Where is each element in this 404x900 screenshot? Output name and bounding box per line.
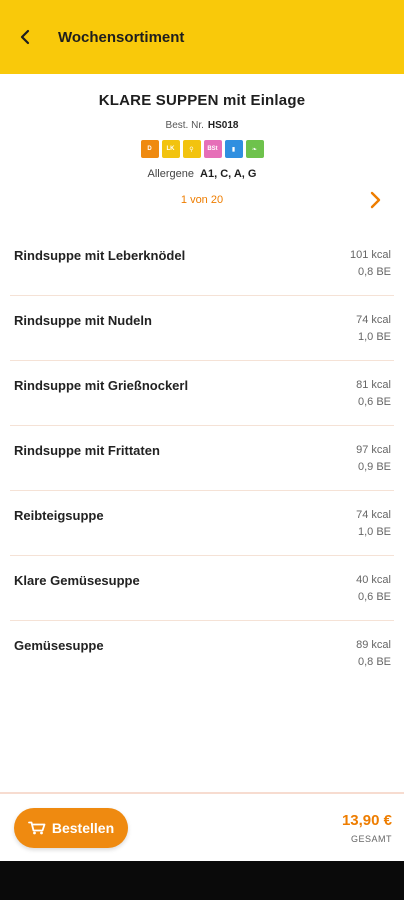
item-kcal: 81 kcal <box>356 379 391 391</box>
list-item[interactable]: Reibteigsuppe 74 kcal 1,0 BE <box>10 491 394 556</box>
item-kcal: 89 kcal <box>356 639 391 651</box>
list-item[interactable]: Rindsuppe mit Leberknödel 101 kcal 0,8 BE <box>10 231 394 296</box>
chevron-right-icon <box>370 191 381 209</box>
allergens-value: A1, C, A, G <box>200 168 257 180</box>
product-name: KLARE SUPPEN mit Einlage <box>98 92 306 109</box>
item-name: Rindsuppe mit Nudeln <box>14 313 152 328</box>
total-price: 13,90 € <box>341 812 392 829</box>
order-footer: Bestellen 13,90 € GESAMT <box>0 792 404 862</box>
order-number-label: Best. Nr. <box>165 120 204 131</box>
item-name: Rindsuppe mit Frittaten <box>14 443 160 458</box>
item-be: 0,9 BE <box>357 461 391 473</box>
list-item[interactable]: Rindsuppe mit Grießnockerl 81 kcal 0,6 BE <box>10 361 394 426</box>
system-navigation-bar <box>0 861 404 900</box>
pager-indicator: 1 von 20 <box>180 194 224 206</box>
item-kcal: 74 kcal <box>356 509 391 521</box>
order-number-value: HS018 <box>207 120 239 131</box>
page-title: Wochensortiment <box>58 28 185 46</box>
item-kcal: 74 kcal <box>356 314 391 326</box>
diet-badges: D LK ⚲ BSt ▮ ❧ <box>0 140 404 158</box>
order-number: Best. Nr. HS018 <box>0 120 404 131</box>
back-button[interactable] <box>14 26 36 48</box>
cart-icon <box>27 821 46 835</box>
order-button-label: Bestellen <box>51 820 115 836</box>
product-info: KLARE SUPPEN mit Einlage Best. Nr. HS018 … <box>0 74 404 224</box>
total-label: GESAMT <box>350 834 392 844</box>
order-button[interactable]: Bestellen <box>14 808 128 848</box>
diet-badge: LK <box>161 140 180 158</box>
list-item[interactable]: Klare Gemüsesuppe 40 kcal 0,6 BE <box>10 556 394 621</box>
item-be: 0,8 BE <box>357 266 391 278</box>
app-header: Wochensortiment <box>0 0 404 74</box>
item-be: 0,8 BE <box>357 656 391 668</box>
item-kcal: 97 kcal <box>356 444 391 456</box>
allergens: Allergene A1, C, A, G <box>0 168 404 180</box>
list-item[interactable]: Rindsuppe mit Frittaten 97 kcal 0,9 BE <box>10 426 394 491</box>
diet-badge: ❧ <box>245 140 264 158</box>
item-kcal: 40 kcal <box>356 574 391 586</box>
soup-list: Rindsuppe mit Leberknödel 101 kcal 0,8 BE R… <box>0 231 404 685</box>
item-name: Klare Gemüsesuppe <box>14 573 140 588</box>
item-be: 0,6 BE <box>357 591 391 603</box>
diet-badge: ▮ <box>224 140 243 158</box>
diet-badge: BSt <box>203 140 222 158</box>
item-name: Rindsuppe mit Leberknödel <box>14 248 186 263</box>
back-arrow-icon <box>20 29 30 45</box>
list-item[interactable]: Gemüsesuppe 89 kcal 0,8 BE <box>10 621 394 685</box>
item-kcal: 101 kcal <box>350 249 391 261</box>
item-name: Rindsuppe mit Grießnockerl <box>14 378 189 393</box>
item-be: 0,6 BE <box>357 396 391 408</box>
list-item[interactable]: Rindsuppe mit Nudeln 74 kcal 1,0 BE <box>10 296 394 361</box>
allergens-label: Allergene <box>147 168 195 180</box>
item-name: Gemüsesuppe <box>14 638 104 653</box>
item-be: 1,0 BE <box>357 331 391 343</box>
item-name: Reibteigsuppe <box>14 508 104 523</box>
next-product-button[interactable] <box>366 190 384 210</box>
item-be: 1,0 BE <box>357 526 391 538</box>
diet-badge: D <box>140 140 159 158</box>
diet-badge: ⚲ <box>182 140 201 158</box>
